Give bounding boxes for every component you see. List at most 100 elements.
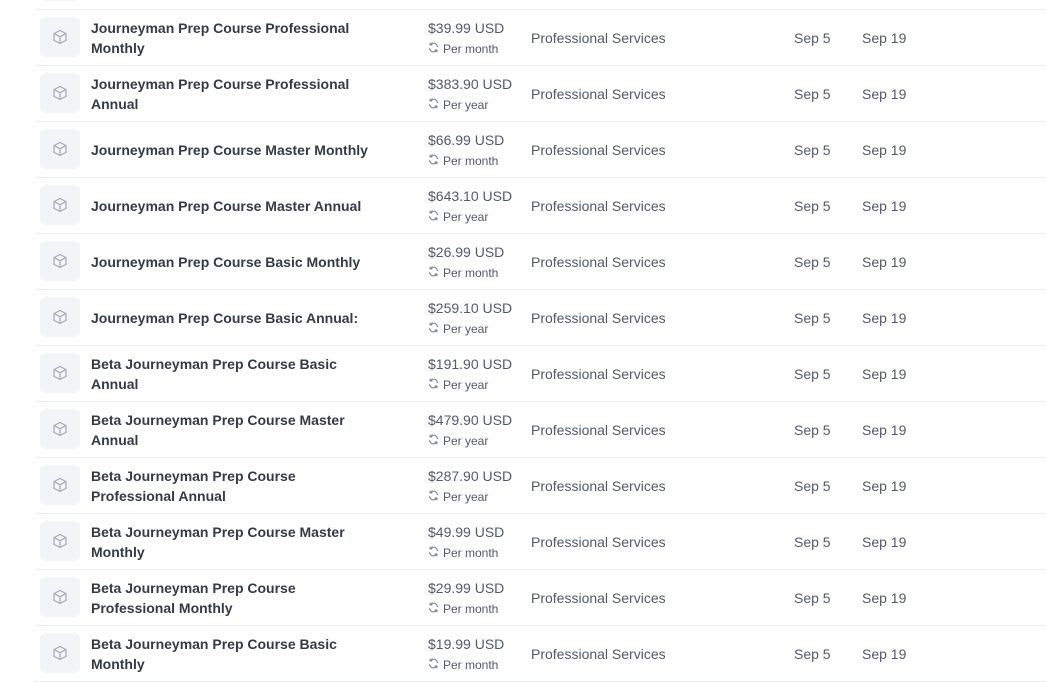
product-category: Professional Services	[531, 477, 666, 494]
cube-icon	[52, 645, 68, 661]
product-category: Professional Services	[531, 645, 666, 662]
product-name[interactable]: Journeyman Prep Course Basic Annual:	[91, 290, 381, 345]
product-name[interactable]: Beta Journeyman Prep Course Professional…	[91, 570, 381, 625]
updated-date: Sep 19	[862, 141, 907, 158]
product-category: Professional Services	[531, 85, 666, 102]
updated-date: Sep 19	[862, 253, 907, 270]
product-price: $39.99 USD	[428, 20, 505, 36]
product-price: $26.99 USD	[428, 244, 505, 260]
product-price: $19.99 USD	[428, 636, 505, 652]
product-thumbnail	[40, 185, 80, 225]
table-row[interactable]: Beta Journeyman Prep Course Basic Monthl…	[34, 626, 1046, 682]
table-row[interactable]: Beta Journeyman Prep Course Master Month…	[34, 514, 1046, 570]
product-category: Professional Services	[531, 29, 666, 46]
product-thumbnail	[40, 577, 80, 617]
product-price: $479.90 USD	[428, 412, 513, 428]
cube-icon	[52, 197, 68, 213]
products-table: Journeyman Prep Course Professional Mont…	[34, 0, 1046, 682]
cube-icon	[52, 365, 68, 381]
product-thumbnail	[40, 241, 80, 281]
billing-interval: Per year	[428, 209, 488, 225]
table-row[interactable]: Beta Journeyman Prep Course Professional…	[34, 458, 1046, 514]
updated-date: Sep 19	[862, 533, 907, 550]
product-name[interactable]: Journeyman Prep Course Master Annual	[91, 178, 381, 233]
created-date: Sep 5	[794, 309, 831, 326]
recurring-icon	[428, 433, 443, 449]
cube-icon	[52, 477, 68, 493]
created-date: Sep 5	[794, 29, 831, 46]
recurring-icon	[428, 657, 443, 673]
table-row[interactable]: Journeyman Prep Course Professional Mont…	[34, 10, 1046, 66]
product-thumbnail	[40, 73, 80, 113]
product-thumbnail	[40, 465, 80, 505]
recurring-icon	[428, 97, 443, 113]
product-category: Professional Services	[531, 421, 666, 438]
product-name[interactable]	[91, 0, 381, 9]
product-name[interactable]: Beta Journeyman Prep Course Basic Annual	[91, 346, 381, 401]
table-row[interactable]: Beta Journeyman Prep Course Master Annua…	[34, 402, 1046, 458]
product-thumbnail	[40, 0, 80, 1]
interval-label: Per month	[443, 42, 499, 56]
created-date: Sep 5	[794, 141, 831, 158]
product-price: $66.99 USD	[428, 132, 505, 148]
product-category: Professional Services	[531, 589, 666, 606]
recurring-icon	[428, 545, 443, 561]
table-row[interactable]: Beta Journeyman Prep Course Professional…	[34, 570, 1046, 626]
product-name[interactable]: Journeyman Prep Course Master Monthly	[91, 122, 381, 177]
table-row[interactable]: Journeyman Prep Course Master Monthly $66…	[34, 122, 1046, 178]
billing-interval: Per month	[428, 657, 498, 673]
product-name[interactable]: Journeyman Prep Course Professional Annu…	[91, 66, 381, 121]
table-row[interactable]: Journeyman Prep Course Basic Monthly $26.…	[34, 234, 1046, 290]
created-date: Sep 5	[794, 589, 831, 606]
product-name[interactable]: Beta Journeyman Prep Course Master Month…	[91, 514, 381, 569]
created-date: Sep 5	[794, 253, 831, 270]
recurring-icon	[428, 153, 443, 169]
updated-date: Sep 19	[862, 309, 907, 326]
table-row[interactable]: Beta Journeyman Prep Course Basic Annual…	[34, 346, 1046, 402]
billing-interval: Per month	[428, 545, 498, 561]
interval-label: Per month	[443, 602, 499, 616]
product-name[interactable]: Beta Journeyman Prep Course Professional…	[91, 458, 381, 513]
interval-label: Per year	[443, 434, 489, 448]
table-row[interactable]: Journeyman Prep Course Master Annual $643…	[34, 178, 1046, 234]
product-name[interactable]: Beta Journeyman Prep Course Master Annua…	[91, 402, 381, 457]
product-thumbnail	[40, 129, 80, 169]
updated-date: Sep 19	[862, 29, 907, 46]
recurring-icon	[428, 209, 443, 225]
billing-interval: Per month	[428, 153, 498, 169]
table-row[interactable]: Journeyman Prep Course Professional Annu…	[34, 66, 1046, 122]
created-date: Sep 5	[794, 85, 831, 102]
product-category: Professional Services	[531, 141, 666, 158]
recurring-icon	[428, 601, 443, 617]
updated-date: Sep 19	[862, 589, 907, 606]
created-date: Sep 5	[794, 421, 831, 438]
interval-label: Per year	[443, 490, 489, 504]
interval-label: Per month	[443, 154, 499, 168]
table-row[interactable]	[34, 0, 1046, 10]
created-date: Sep 5	[794, 477, 831, 494]
billing-interval: Per year	[428, 97, 488, 113]
billing-interval: Per year	[428, 433, 488, 449]
product-price: $191.90 USD	[428, 356, 513, 372]
interval-label: Per year	[443, 98, 489, 112]
product-name[interactable]: Beta Journeyman Prep Course Basic Monthl…	[91, 626, 381, 681]
created-date: Sep 5	[794, 197, 831, 214]
updated-date: Sep 19	[862, 645, 907, 662]
product-price: $383.90 USD	[428, 76, 513, 92]
product-category: Professional Services	[531, 197, 666, 214]
product-price: $259.10 USD	[428, 300, 513, 316]
recurring-icon	[428, 321, 443, 337]
cube-icon	[52, 141, 68, 157]
product-thumbnail	[40, 633, 80, 673]
cube-icon	[52, 421, 68, 437]
created-date: Sep 5	[794, 533, 831, 550]
product-name[interactable]: Journeyman Prep Course Professional Mont…	[91, 10, 381, 65]
billing-interval: Per year	[428, 321, 488, 337]
created-date: Sep 5	[794, 645, 831, 662]
created-date: Sep 5	[794, 365, 831, 382]
product-category: Professional Services	[531, 253, 666, 270]
billing-interval: Per year	[428, 489, 488, 505]
recurring-icon	[428, 489, 443, 505]
product-name[interactable]: Journeyman Prep Course Basic Monthly	[91, 234, 381, 289]
table-row[interactable]: Journeyman Prep Course Basic Annual: $259…	[34, 290, 1046, 346]
